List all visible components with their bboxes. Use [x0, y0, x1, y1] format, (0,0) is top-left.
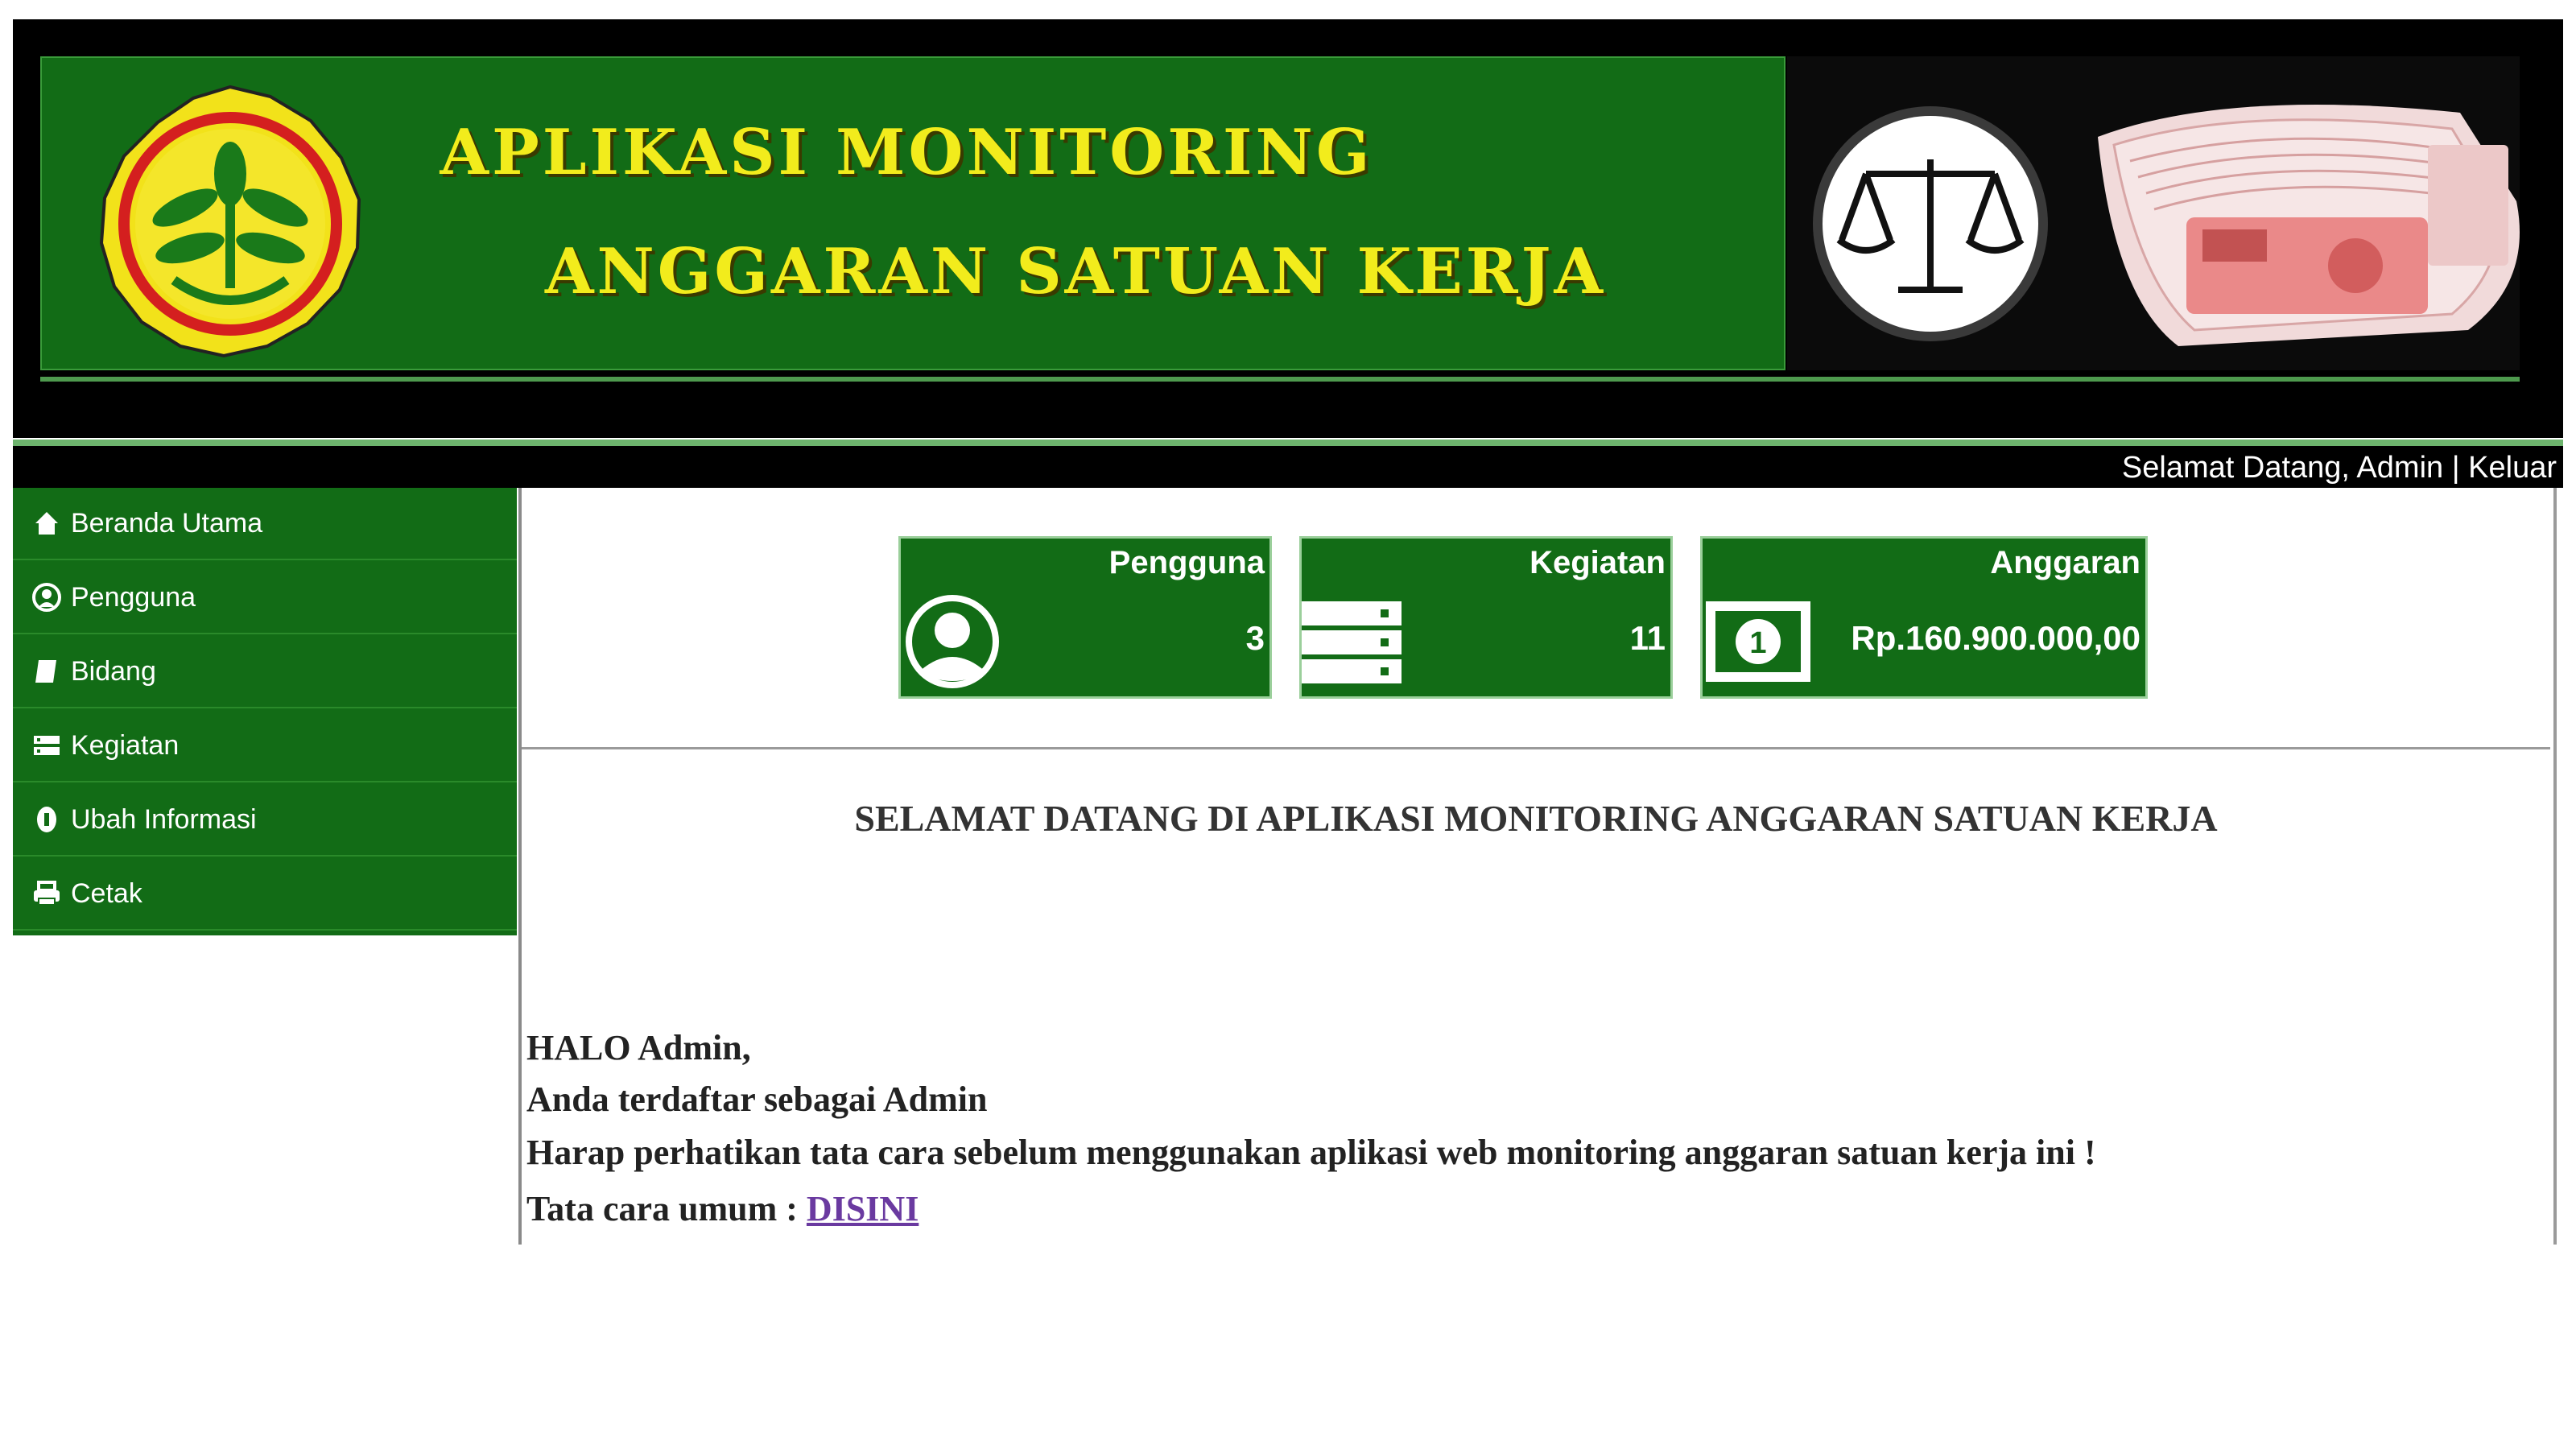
- user-icon: [29, 580, 64, 615]
- scales-of-justice-icon: [1813, 106, 2048, 341]
- sidebar-item-pengguna[interactable]: Pengguna: [13, 562, 517, 634]
- banner-bottom-line: [40, 377, 2520, 382]
- sidebar-item-label: Cetak: [71, 877, 142, 909]
- card-value: Rp.160.900.000,00: [1851, 619, 2140, 657]
- print-icon: [29, 876, 64, 911]
- banknote-icon: 1: [1706, 601, 1810, 682]
- sidebar-item-label: Kegiatan: [71, 729, 180, 761]
- content-divider: [522, 747, 2550, 749]
- greeting-text: Selamat Datang, Admin: [2121, 451, 2444, 485]
- card-pengguna[interactable]: Pengguna 3: [898, 536, 1272, 699]
- svg-text:1: 1: [1749, 626, 1766, 660]
- info-icon: [29, 802, 64, 837]
- sidebar-item-beranda[interactable]: Beranda Utama: [13, 488, 517, 560]
- card-title: Pengguna: [1108, 545, 1265, 580]
- notice-line: Harap perhatikan tata cara sebelum mengg…: [526, 1133, 2096, 1172]
- server-icon: [1302, 601, 1402, 683]
- list-icon: [29, 728, 64, 763]
- app-title-line2: ANGGARAN SATUAN KERJA: [544, 235, 1607, 308]
- book-icon: [29, 654, 64, 689]
- card-kegiatan[interactable]: Kegiatan 11: [1299, 536, 1673, 699]
- greeting-line: HALO Admin,: [526, 1028, 751, 1067]
- sidebar-item-label: Bidang: [71, 655, 156, 687]
- sidebar-item-label: Beranda Utama: [71, 507, 263, 539]
- money-stack-image: [2098, 105, 2520, 346]
- card-title: Kegiatan: [1530, 545, 1666, 580]
- card-anggaran[interactable]: 1 Anggaran Rp.160.900.000,00: [1700, 536, 2148, 699]
- user-avatar-icon: [906, 595, 999, 688]
- separator-text: |: [2451, 451, 2460, 485]
- welcome-text: Selamat Datang, Admin | Keluar: [2122, 451, 2557, 485]
- sidebar-item-ubah-informasi[interactable]: Ubah Informasi: [13, 784, 517, 857]
- app-title-line1: APLIKASI MONITORING: [440, 116, 1373, 189]
- guide-line: Tata cara umum : DISINI: [526, 1188, 919, 1229]
- guide-link[interactable]: DISINI: [807, 1189, 919, 1228]
- welcome-bar: Selamat Datang, Admin | Keluar: [13, 446, 2563, 488]
- header-divider: [13, 440, 2563, 446]
- welcome-heading: SELAMAT DATANG DI APLIKASI MONITORING AN…: [854, 798, 2218, 839]
- role-line: Anda terdaftar sebagai Admin: [526, 1080, 988, 1119]
- card-value: 11: [1629, 619, 1666, 657]
- sidebar: Beranda Utama Pengguna Bidang Kegiatan U…: [13, 488, 517, 935]
- guide-prefix: Tata cara umum :: [526, 1189, 807, 1228]
- home-icon: [29, 506, 64, 541]
- header-banner: APLIKASI MONITORING ANGGARAN SATUAN KERJ…: [13, 19, 2563, 446]
- card-title: Anggaran: [1990, 545, 2140, 580]
- sidebar-item-cetak[interactable]: Cetak: [13, 858, 517, 931]
- sidebar-item-kegiatan[interactable]: Kegiatan: [13, 710, 517, 782]
- sidebar-item-label: Pengguna: [71, 581, 196, 613]
- logout-link[interactable]: Keluar: [2468, 451, 2557, 485]
- card-value: 3: [1245, 619, 1265, 657]
- content-right-border: [2553, 488, 2557, 1245]
- sidebar-item-label: Ubah Informasi: [71, 803, 257, 835]
- sidebar-item-bidang[interactable]: Bidang: [13, 636, 517, 708]
